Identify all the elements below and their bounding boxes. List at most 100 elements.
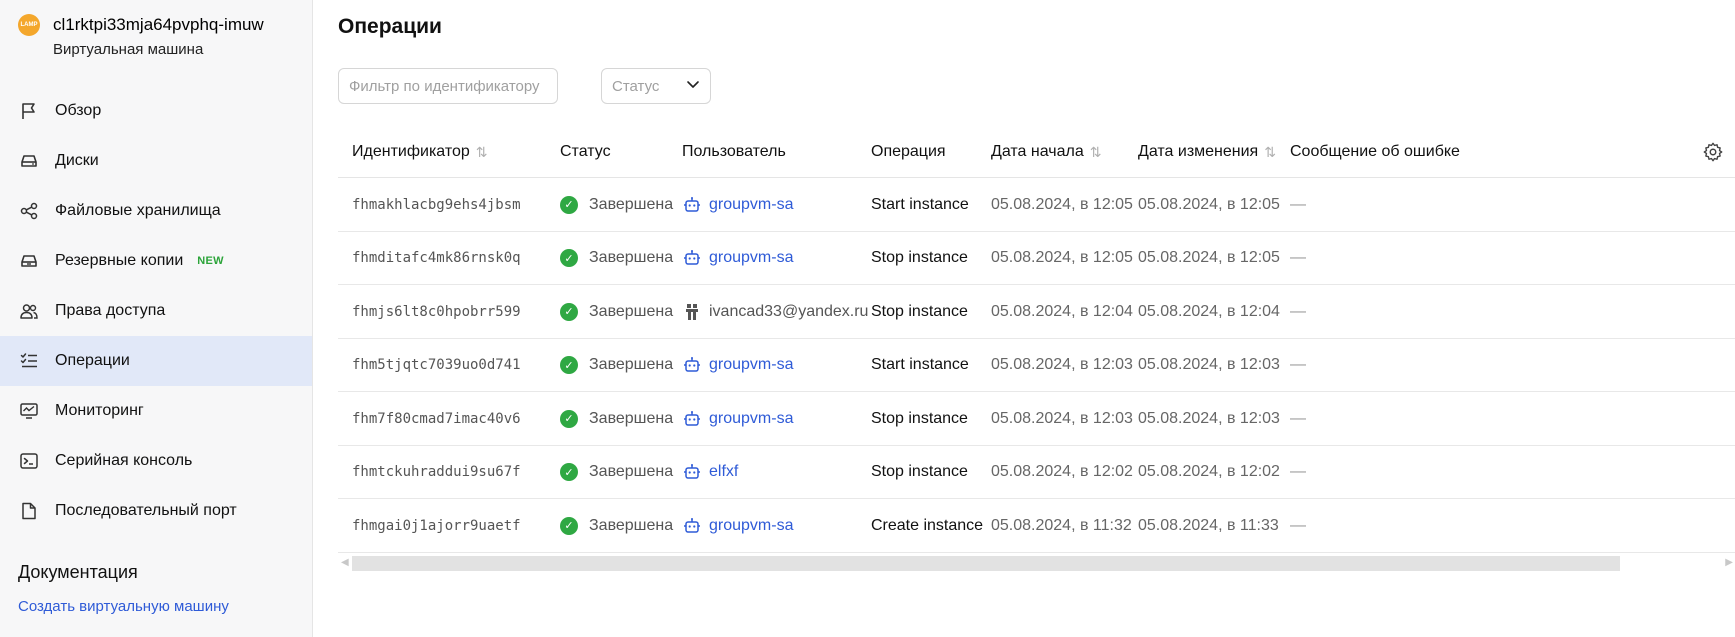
operation-id[interactable]: fhmtckuhraddui9su67f: [352, 446, 521, 499]
scrollbar-thumb[interactable]: [352, 556, 1620, 571]
check-circle-icon: ✓: [560, 302, 578, 321]
user-link[interactable]: groupvm-sa: [709, 249, 793, 267]
table-header: Идентификатор ⇅ Статус Пользователь Опер…: [338, 126, 1735, 178]
column-header-error-label: Сообщение об ошибке: [1290, 143, 1460, 160]
operation-id[interactable]: fhm5tjqtc7039uo0d741: [352, 339, 521, 392]
sidebar-item-1[interactable]: Диски: [0, 136, 312, 186]
table-row[interactable]: fhmakhlacbg9ehs4jbsm ✓ Завершена groupvm-sa…: [338, 178, 1735, 232]
table-row[interactable]: fhmjs6lt8c0hpobrr599 ✓ Завершена ivancad33@…: [338, 285, 1735, 339]
modified-date: 05.08.2024, в 12:04: [1138, 302, 1280, 320]
status-cell: ✓ Завершена: [560, 178, 673, 231]
check-circle-icon: ✓: [560, 463, 578, 481]
gear-icon[interactable]: [1702, 141, 1724, 163]
sort-icon[interactable]: ⇅: [1264, 144, 1276, 161]
sidebar-item-label: Диски: [55, 152, 99, 169]
operation-id[interactable]: fhmgai0j1ajorr9uaetf: [352, 499, 521, 552]
error-message: —: [1290, 249, 1306, 266]
user-link[interactable]: groupvm-sa: [709, 356, 793, 374]
table-row[interactable]: fhm5tjqtc7039uo0d741 ✓ Завершена groupvm-sa…: [338, 339, 1735, 392]
user-link[interactable]: groupvm-sa: [709, 410, 793, 428]
column-header-operation-label: Операция: [871, 143, 946, 160]
error-message: —: [1290, 302, 1306, 320]
status-text: Завершена: [589, 463, 674, 480]
flag-icon: [18, 100, 40, 122]
operation-id[interactable]: fhmditafc4mk86rnsk0q: [352, 232, 521, 285]
modified-date: 05.08.2024, в 11:33: [1138, 516, 1279, 534]
sidebar-item-7[interactable]: Серийная консоль: [0, 436, 312, 486]
page-title: Операции: [338, 15, 442, 38]
sidebar-item-label: Операции: [55, 352, 130, 369]
sidebar-item-4[interactable]: Права доступа: [0, 286, 312, 336]
sidebar-item-0[interactable]: Обзор: [0, 86, 312, 136]
column-header-modified[interactable]: Дата изменения ⇅: [1138, 126, 1276, 178]
operation-id[interactable]: fhmakhlacbg9ehs4jbsm: [352, 178, 521, 231]
id-filter-input[interactable]: [338, 68, 558, 104]
scroll-right-icon[interactable]: ▶: [1725, 557, 1733, 568]
sidebar-item-label: Последовательный порт: [55, 502, 237, 519]
table-body: fhmakhlacbg9ehs4jbsm ✓ Завершена groupvm-sa…: [338, 178, 1735, 553]
status-text: Завершена: [589, 356, 674, 373]
check-circle-icon: ✓: [560, 195, 578, 214]
status-text: Завершена: [589, 516, 674, 534]
column-header-id[interactable]: Идентификатор ⇅: [352, 126, 488, 178]
user-link[interactable]: groupvm-sa: [709, 517, 793, 535]
start-date: 05.08.2024, в 12:05: [991, 195, 1133, 213]
sidebar-item-8[interactable]: Последовательный порт: [0, 486, 312, 536]
list-check-icon: [18, 350, 40, 372]
column-header-user: Пользователь: [682, 126, 786, 178]
operation-name: Stop instance: [871, 249, 968, 266]
share-icon: [18, 200, 40, 222]
modified-date: 05.08.2024, в 12:03: [1138, 356, 1280, 373]
start-date: 05.08.2024, в 12:05: [991, 249, 1133, 266]
horizontal-scrollbar[interactable]: ◀ ▶: [338, 555, 1735, 571]
user-link[interactable]: elfxf: [709, 463, 738, 481]
operation-id[interactable]: fhm7f80cmad7imac40v6: [352, 392, 521, 445]
user-link[interactable]: groupvm-sa: [709, 196, 793, 214]
sidebar-item-label: Мониторинг: [55, 402, 144, 419]
operation-name: Stop instance: [871, 302, 968, 320]
modified-date: 05.08.2024, в 12:03: [1138, 409, 1280, 427]
table-row[interactable]: fhm7f80cmad7imac40v6 ✓ Завершена groupvm-sa…: [338, 392, 1735, 446]
modified-date: 05.08.2024, в 12:05: [1138, 195, 1280, 213]
scroll-left-icon[interactable]: ◀: [341, 557, 349, 568]
operation-name: Create instance: [871, 516, 984, 534]
status-text: Завершена: [589, 302, 674, 320]
start-date: 05.08.2024, в 12:03: [991, 356, 1133, 373]
table-row[interactable]: fhmgai0j1ajorr9uaetf ✓ Завершена groupvm-sa…: [338, 499, 1735, 553]
status-cell: ✓ Завершена: [560, 339, 673, 392]
status-text: Завершена: [589, 195, 674, 213]
sidebar-item-label: Обзор: [55, 102, 102, 119]
start-date: 05.08.2024, в 11:32: [991, 516, 1132, 534]
column-header-start[interactable]: Дата начала ⇅: [991, 126, 1101, 178]
status-select-placeholder: Статус: [612, 77, 660, 95]
sidebar-item-5[interactable]: Операции: [0, 336, 312, 386]
file-icon: [18, 500, 40, 522]
user-link: ivancad33@yandex.ru: [709, 302, 869, 320]
status-cell: ✓ Завершена: [560, 285, 673, 338]
table-row[interactable]: fhmtckuhraddui9su67f ✓ Завершена elfxf Stop …: [338, 446, 1735, 499]
table-row[interactable]: fhmditafc4mk86rnsk0q ✓ Завершена groupvm-sa…: [338, 232, 1735, 285]
sidebar-item-6[interactable]: Мониторинг: [0, 386, 312, 436]
sidebar-item-label: Серийная консоль: [55, 452, 193, 469]
operation-id[interactable]: fhmjs6lt8c0hpobrr599: [352, 285, 521, 338]
sidebar-item-2[interactable]: Файловые хранилища: [0, 186, 312, 236]
sort-icon[interactable]: ⇅: [1090, 144, 1102, 161]
status-cell: ✓ Завершена: [560, 232, 673, 285]
robot-icon: [683, 463, 701, 481]
status-select[interactable]: Статус: [601, 68, 711, 104]
status-cell: ✓ Завершена: [560, 392, 673, 445]
backup-icon: [18, 250, 40, 272]
sidebar-item-label: Права доступа: [55, 302, 166, 319]
modified-date: 05.08.2024, в 12:02: [1138, 463, 1280, 480]
robot-icon: [683, 410, 701, 428]
check-circle-icon: ✓: [560, 516, 578, 535]
user-cell: ivancad33@yandex.ru: [683, 285, 868, 338]
sort-icon[interactable]: ⇅: [476, 144, 488, 161]
check-circle-icon: ✓: [560, 249, 578, 267]
sidebar-item-3[interactable]: Резервные копии NEW: [0, 236, 312, 286]
error-message: —: [1290, 356, 1306, 373]
docs-create-vm-link[interactable]: Создать виртуальную машину: [18, 598, 229, 615]
robot-icon: [683, 517, 701, 535]
operation-name: Stop instance: [871, 409, 968, 427]
sidebar-nav: Обзор Диски Файловые хранилища Резервные ко…: [0, 86, 312, 536]
